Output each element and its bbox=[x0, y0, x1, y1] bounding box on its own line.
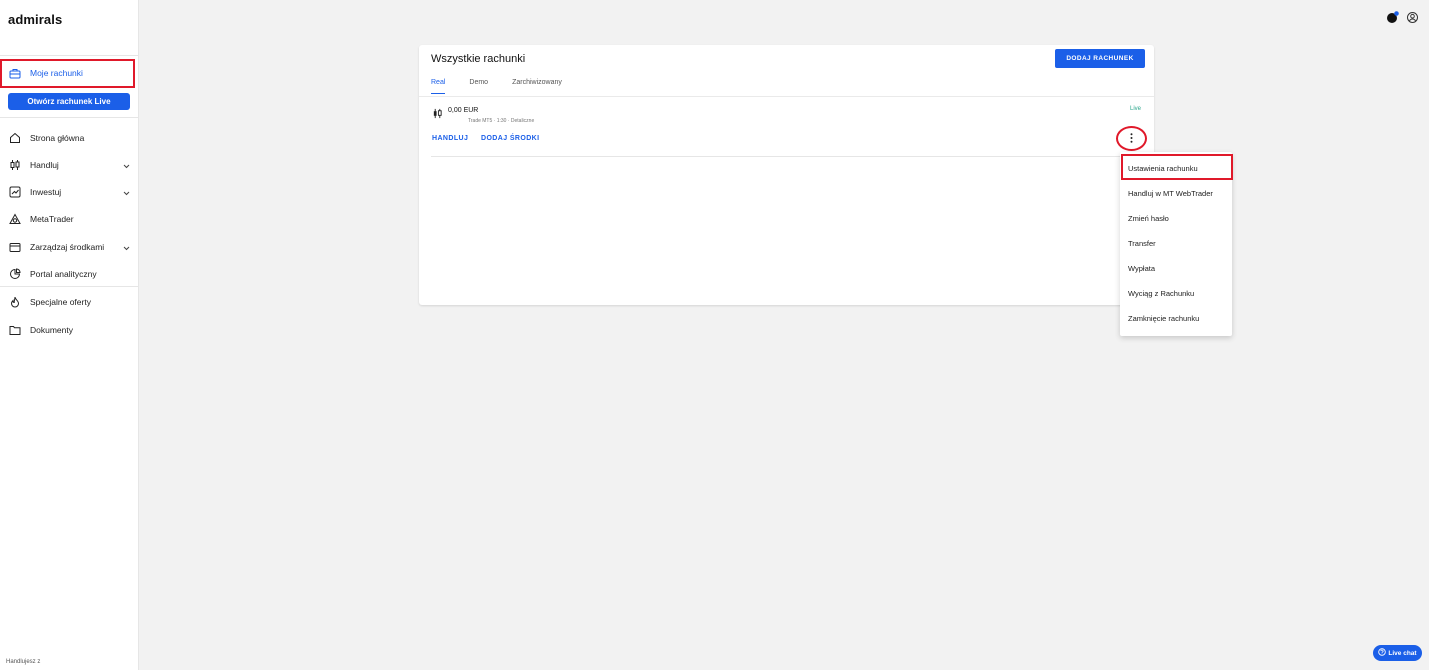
tab-archived[interactable]: Zarchiwizowany bbox=[512, 79, 562, 94]
sidebar-item-home[interactable]: Strona główna bbox=[0, 127, 139, 149]
sidebar-item-label: Specjalne oferty bbox=[30, 297, 91, 307]
live-chat-label: Live chat bbox=[1388, 649, 1417, 657]
sidebar-item-label: Dokumenty bbox=[30, 325, 73, 335]
header-icons bbox=[1386, 11, 1419, 24]
sidebar-item-manage-funds[interactable]: Zarządzaj środkami bbox=[0, 236, 139, 258]
sidebar-item-label: Zarządzaj środkami bbox=[30, 242, 105, 252]
chevron-down-icon bbox=[123, 243, 130, 253]
highlight-ring bbox=[1116, 126, 1147, 151]
highlight-box bbox=[0, 59, 135, 88]
divider bbox=[0, 117, 139, 118]
tab-demo[interactable]: Demo bbox=[469, 79, 488, 94]
sidebar-item-label: Inwestuj bbox=[30, 187, 62, 197]
divider bbox=[419, 96, 1154, 97]
sidebar-item-label: Handluj bbox=[30, 160, 59, 170]
flame-icon bbox=[9, 296, 21, 308]
accounts-card: Wszystkie rachunki DODAJ RACHUNEK Real D… bbox=[419, 45, 1154, 305]
question-icon bbox=[1378, 648, 1387, 658]
divider bbox=[0, 286, 139, 287]
account-details: Trade MT5 · 1:30 · Detaliczne bbox=[468, 118, 535, 124]
brand-logo[interactable]: admirals bbox=[8, 12, 62, 27]
wallet-icon bbox=[9, 241, 21, 253]
user-icon[interactable] bbox=[1406, 11, 1419, 24]
sidebar-item-metatrader[interactable]: MetaTrader bbox=[0, 208, 139, 230]
page-title: Wszystkie rachunki bbox=[431, 53, 526, 65]
sidebar-item-analytics-portal[interactable]: Portal analityczny bbox=[0, 263, 139, 285]
chevron-down-icon bbox=[123, 161, 130, 171]
sidebar-item-label: Strona główna bbox=[30, 133, 85, 143]
add-account-button[interactable]: DODAJ RACHUNEK bbox=[1055, 49, 1145, 68]
sidebar-item-label: Portal analityczny bbox=[30, 269, 97, 279]
divider bbox=[0, 55, 139, 56]
chevron-down-icon bbox=[123, 188, 130, 198]
menu-item-close-account[interactable]: Zamknięcie rachunku bbox=[1120, 306, 1232, 330]
sidebar-item-label: MetaTrader bbox=[30, 214, 74, 224]
open-live-account-button[interactable]: Otwórz rachunek Live bbox=[8, 93, 130, 110]
menu-item-webtrader[interactable]: Handluj w MT WebTrader bbox=[1120, 181, 1232, 205]
status-badge: Live bbox=[1129, 106, 1141, 112]
home-icon bbox=[9, 132, 21, 144]
notifications-icon[interactable] bbox=[1386, 11, 1399, 24]
candles-icon bbox=[432, 106, 443, 124]
menu-item-withdrawal[interactable]: Wypłata bbox=[1120, 256, 1232, 280]
candles-icon bbox=[9, 159, 21, 171]
sidebar-item-documents[interactable]: Dokumenty bbox=[0, 319, 139, 341]
menu-item-statement[interactable]: Wyciąg z Rachunku bbox=[1120, 281, 1232, 305]
pie-chart-icon bbox=[9, 268, 21, 280]
sidebar-item-trade[interactable]: Handluj bbox=[0, 154, 139, 176]
tab-real[interactable]: Real bbox=[431, 79, 446, 94]
sidebar-item-special-offers[interactable]: Specjalne oferty bbox=[0, 291, 139, 313]
account-balance: 0,00 EUR bbox=[448, 107, 479, 114]
highlight-box bbox=[1121, 154, 1233, 180]
menu-item-change-password[interactable]: Zmień hasło bbox=[1120, 206, 1232, 230]
trend-icon bbox=[9, 186, 21, 198]
divider bbox=[431, 156, 1142, 157]
live-chat-button[interactable]: Live chat bbox=[1373, 645, 1422, 661]
account-tabs: Real Demo Zarchiwizowany bbox=[431, 79, 586, 94]
sidebar-item-invest[interactable]: Inwestuj bbox=[0, 181, 139, 203]
trade-link[interactable]: HANDLUJ bbox=[432, 135, 468, 142]
sidebar: admirals Moje rachunki Otwórz rachunek L… bbox=[0, 0, 139, 670]
menu-item-transfer[interactable]: Transfer bbox=[1120, 231, 1232, 255]
metatrader-icon bbox=[9, 213, 21, 225]
folder-icon bbox=[9, 324, 21, 336]
add-funds-link[interactable]: DODAJ ŚRODKI bbox=[481, 135, 539, 142]
footer-note: Handlujesz z bbox=[6, 659, 41, 665]
